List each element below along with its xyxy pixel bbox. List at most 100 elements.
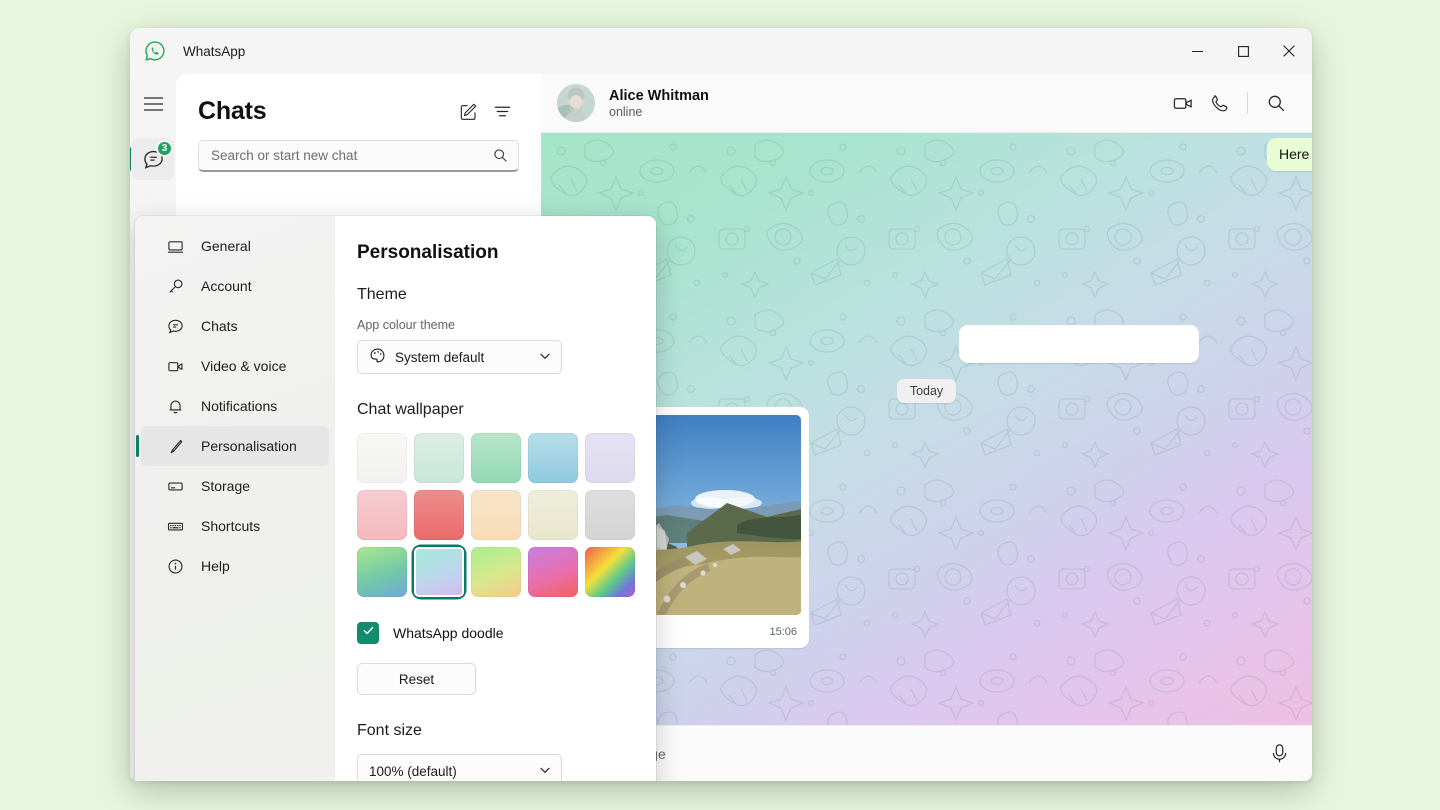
wallpaper-swatch-grey[interactable]	[585, 490, 635, 540]
date-divider: Today	[541, 379, 1312, 403]
chevron-down-icon	[539, 764, 551, 779]
palette-icon	[369, 347, 386, 367]
paintbrush-icon	[165, 438, 185, 455]
doodle-label: WhatsApp doodle	[393, 625, 504, 641]
sidebar-item-label: Personalisation	[201, 438, 297, 454]
contact-status: online	[609, 105, 709, 119]
contact-avatar[interactable]	[557, 84, 595, 122]
whatsapp-logo-icon	[143, 39, 167, 63]
chats-unread-badge: 3	[156, 140, 173, 157]
sidebar-item-general[interactable]: General	[141, 226, 329, 266]
sidebar-item-shortcuts[interactable]: Shortcuts	[141, 506, 329, 546]
conversation-header: Alice Whitman online	[541, 74, 1312, 133]
sidebar-item-video-voice[interactable]: Video & voice	[141, 346, 329, 386]
font-size-value: 100% (default)	[369, 764, 457, 779]
doodle-toggle-row[interactable]: WhatsApp doodle	[357, 622, 626, 644]
wallpaper-swatch-green-blue[interactable]	[357, 547, 407, 597]
close-button[interactable]	[1266, 28, 1312, 74]
settings-panel-title: Personalisation	[357, 242, 626, 264]
search-box[interactable]	[198, 140, 519, 172]
title-bar: WhatsApp	[130, 28, 1312, 74]
wallpaper-swatch-mint-lilac[interactable]	[414, 547, 464, 597]
wallpaper-swatch-purple-red[interactable]	[528, 547, 578, 597]
voice-call-icon[interactable]	[1201, 85, 1237, 121]
sidebar-item-label: Shortcuts	[201, 518, 260, 534]
theme-value: System default	[395, 350, 484, 365]
wallpaper-swatch-lime-peach[interactable]	[471, 547, 521, 597]
app-title: WhatsApp	[183, 44, 245, 59]
filter-icon[interactable]	[485, 94, 519, 128]
reset-button[interactable]: Reset	[357, 663, 476, 695]
wallpaper-swatch-blue[interactable]	[528, 433, 578, 483]
settings-nav: General Account Chats	[135, 216, 335, 781]
wallpaper-swatch-white[interactable]	[357, 433, 407, 483]
divider	[1247, 92, 1248, 114]
video-call-icon[interactable]	[1165, 85, 1201, 121]
new-chat-icon[interactable]	[451, 94, 485, 128]
wallpaper-swatch-green[interactable]	[471, 433, 521, 483]
sidebar-item-label: Help	[201, 558, 230, 574]
wallpaper-swatch-cream[interactable]	[528, 490, 578, 540]
sidebar-item-label: Chats	[201, 318, 238, 334]
search-icon	[493, 148, 508, 163]
wallpaper-swatch-lavender[interactable]	[585, 433, 635, 483]
sidebar-item-personalisation[interactable]: Personalisation	[141, 426, 329, 466]
key-icon	[165, 278, 185, 295]
checkmark-icon	[362, 624, 375, 642]
sidebar-item-help[interactable]: Help	[141, 546, 329, 586]
app-body: 3 Chats	[130, 74, 1312, 781]
font-size-dropdown[interactable]: 100% (default)	[357, 754, 562, 781]
message-text: Here are all the files. Let me know once…	[1279, 146, 1312, 162]
wallpaper-swatch-pale-mint[interactable]	[414, 433, 464, 483]
sidebar-item-storage[interactable]: Storage	[141, 466, 329, 506]
app-colour-theme-dropdown[interactable]: System default	[357, 340, 562, 374]
contact-name: Alice Whitman	[609, 88, 709, 104]
chevron-down-icon	[539, 350, 551, 365]
conversation-pane: Alice Whitman online	[541, 74, 1312, 781]
message-bubble-outgoing: Here are all the files. Let me know once…	[1267, 138, 1312, 171]
info-icon	[165, 558, 185, 575]
swatch-selected-ring	[414, 547, 464, 597]
conversation-search-icon[interactable]	[1258, 85, 1294, 121]
chat-wallpaper: Here are all the files. Let me know once…	[541, 133, 1312, 725]
wallpaper-swatch-pink[interactable]	[357, 490, 407, 540]
theme-heading: Theme	[357, 286, 626, 304]
chat-list-header: Chats	[176, 74, 541, 134]
monitor-icon	[165, 238, 185, 255]
message-time: 15:06	[769, 625, 797, 640]
storage-icon	[165, 478, 185, 495]
page-title: Chats	[198, 97, 266, 126]
sidebar-item-chats[interactable]: Chats	[141, 306, 329, 346]
rail-item-chats[interactable]: 3	[132, 138, 174, 180]
minimize-button[interactable]	[1174, 28, 1220, 74]
theme-label: App colour theme	[357, 318, 626, 332]
microphone-icon[interactable]	[1269, 743, 1290, 764]
wallpaper-swatch-rainbow[interactable]	[585, 547, 635, 597]
bell-icon	[165, 398, 185, 415]
sidebar-item-notifications[interactable]: Notifications	[141, 386, 329, 426]
sidebar-item-label: Storage	[201, 478, 250, 494]
sidebar-item-account[interactable]: Account	[141, 266, 329, 306]
message-composer[interactable]: Type a message	[541, 725, 1312, 781]
sidebar-item-label: Account	[201, 278, 252, 294]
hamburger-menu-icon[interactable]	[130, 82, 176, 126]
sidebar-item-label: Notifications	[201, 398, 277, 414]
wallpaper-swatch-peach[interactable]	[471, 490, 521, 540]
keyboard-icon	[165, 518, 185, 535]
wallpaper-heading: Chat wallpaper	[357, 401, 626, 419]
wallpaper-swatch-red[interactable]	[414, 490, 464, 540]
chat-bubble-icon	[165, 318, 185, 335]
doodle-checkbox[interactable]	[357, 622, 379, 644]
whatsapp-window: WhatsApp	[130, 28, 1312, 781]
settings-overlay: General Account Chats	[135, 216, 656, 781]
screen: WhatsApp	[0, 0, 1440, 810]
search-input[interactable]	[211, 148, 493, 163]
sidebar-item-label: General	[201, 238, 251, 254]
search-wrapper	[176, 134, 541, 182]
message-list: Here are all the files. Let me know once…	[541, 133, 1312, 725]
settings-panel: Personalisation Theme App colour theme S…	[335, 216, 656, 781]
maximize-button[interactable]	[1220, 28, 1266, 74]
sidebar-item-label: Video & voice	[201, 358, 286, 374]
font-size-heading: Font size	[357, 722, 626, 740]
wallpaper-swatch-grid	[357, 433, 626, 597]
